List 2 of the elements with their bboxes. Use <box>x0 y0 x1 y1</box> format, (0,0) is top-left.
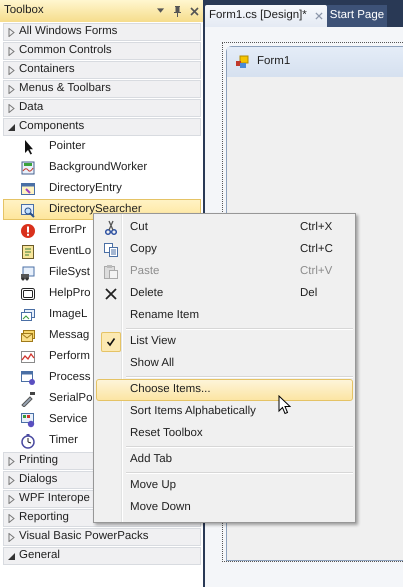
form-title: Form1 <box>257 55 290 69</box>
panel-title: Toolbox <box>4 4 45 18</box>
